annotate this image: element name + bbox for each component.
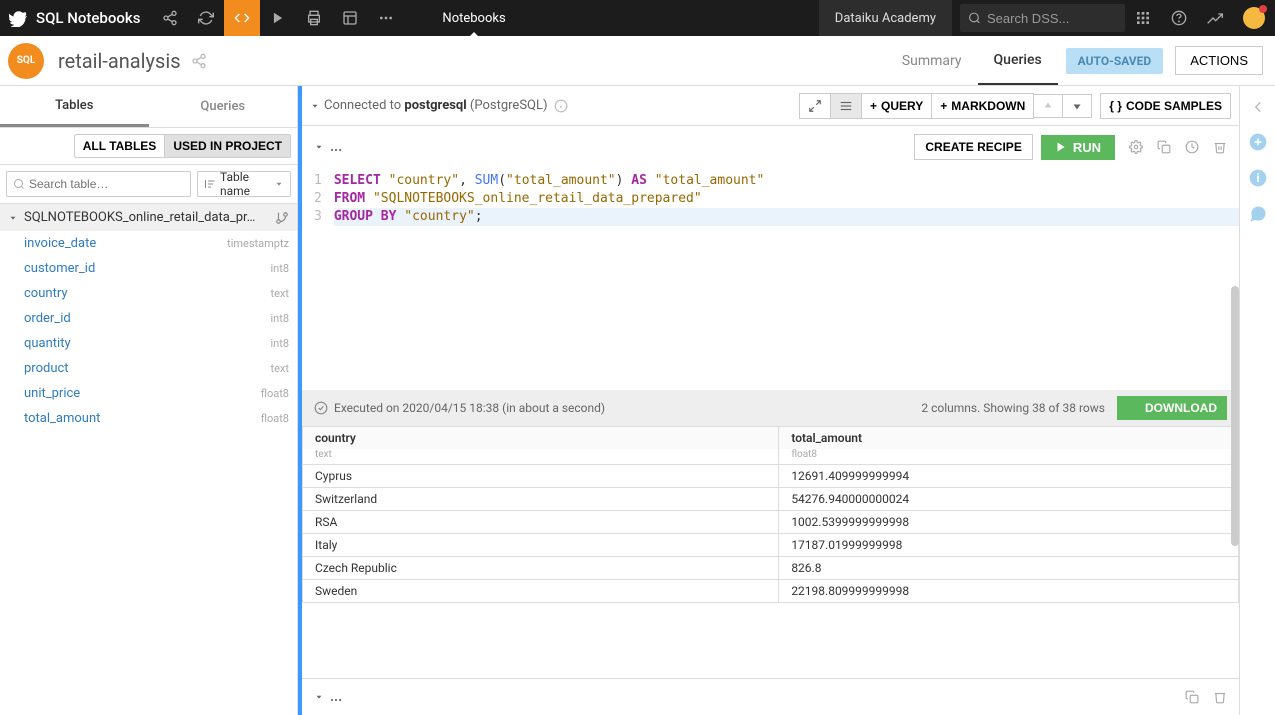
add-query-button[interactable]: + QUERY bbox=[861, 93, 932, 119]
tab-notebooks[interactable]: Notebooks bbox=[428, 0, 519, 36]
logo-icon[interactable] bbox=[0, 0, 36, 36]
table-node[interactable]: SQLNOTEBOOKS_online_retail_data_pr… bbox=[0, 204, 297, 231]
download-button[interactable]: DOWNLOAD bbox=[1117, 396, 1227, 420]
sort-label: Table name bbox=[220, 170, 274, 198]
filter-used-in-project[interactable]: USED IN PROJECT bbox=[164, 134, 291, 158]
bottom-cell: ... bbox=[302, 678, 1239, 715]
table-row[interactable]: Italy17187.01999999998 bbox=[303, 534, 1239, 557]
page-title: retail-analysis bbox=[58, 49, 181, 73]
chat-icon[interactable] bbox=[1248, 204, 1268, 224]
sidebar: Tables Queries ALL TABLES USED IN PROJEC… bbox=[0, 86, 298, 715]
add-markdown-button[interactable]: + MARKDOWN bbox=[931, 93, 1034, 119]
table-row[interactable]: Cyprus12691.409999999994 bbox=[303, 465, 1239, 488]
print-icon[interactable] bbox=[296, 0, 332, 36]
sql-badge: SQL bbox=[8, 43, 44, 79]
check-circle-icon bbox=[314, 401, 328, 415]
app-title: SQL Notebooks bbox=[36, 9, 152, 27]
copy-icon[interactable] bbox=[1185, 690, 1199, 704]
search-dss[interactable] bbox=[960, 4, 1125, 32]
sort-dropdown[interactable]: Table name bbox=[197, 171, 291, 197]
link-icon[interactable] bbox=[191, 53, 207, 69]
search-dss-input[interactable] bbox=[987, 11, 1117, 26]
table-row[interactable]: Sweden22198.809999999998 bbox=[303, 580, 1239, 603]
chevron-down-icon bbox=[274, 179, 284, 189]
table-row[interactable]: RSA1002.5399999999998 bbox=[303, 511, 1239, 534]
result-bar: Executed on 2020/04/15 18:38 (in about a… bbox=[302, 390, 1239, 426]
cell-title: ... bbox=[330, 689, 342, 705]
search-table-box[interactable] bbox=[6, 171, 191, 197]
chevron-down-icon[interactable] bbox=[314, 142, 324, 152]
column-row[interactable]: invoice_datetimestamptz bbox=[0, 231, 297, 256]
autosaved-badge: AUTO-SAVED bbox=[1066, 48, 1164, 74]
executed-text: Executed on 2020/04/15 18:38 (in about a… bbox=[334, 401, 605, 415]
add-circle-icon[interactable] bbox=[1248, 132, 1268, 152]
branch-icon[interactable] bbox=[275, 211, 289, 225]
apps-icon[interactable] bbox=[1125, 0, 1161, 36]
more-icon[interactable] bbox=[368, 0, 404, 36]
column-row[interactable]: order_idint8 bbox=[0, 306, 297, 331]
actions-button[interactable]: ACTIONS bbox=[1175, 46, 1263, 75]
chevron-down-icon[interactable] bbox=[310, 101, 320, 111]
gear-icon[interactable] bbox=[1129, 140, 1143, 154]
column-list: invoice_datetimestamptz customer_idint8 … bbox=[0, 231, 297, 431]
help-icon[interactable] bbox=[1161, 0, 1197, 36]
info-icon[interactable] bbox=[554, 99, 568, 113]
academy-button[interactable]: Dataiku Academy bbox=[819, 0, 952, 36]
code-samples-button[interactable]: { } CODE SAMPLES bbox=[1100, 93, 1231, 119]
tab-queries[interactable]: Queries bbox=[978, 36, 1058, 85]
arrow-left-icon[interactable] bbox=[1249, 98, 1267, 116]
column-row[interactable]: total_amountfloat8 bbox=[0, 406, 297, 431]
expand-button[interactable] bbox=[799, 93, 831, 119]
up-button[interactable] bbox=[1033, 94, 1063, 118]
content-area: Connected to postgresql (PostgreSQL) + Q… bbox=[298, 86, 1239, 715]
avatar[interactable] bbox=[1243, 7, 1265, 29]
list-button[interactable] bbox=[830, 93, 862, 119]
tab-summary[interactable]: Summary bbox=[886, 36, 978, 85]
trash-icon[interactable] bbox=[1213, 140, 1227, 154]
scrollbar[interactable] bbox=[1231, 286, 1239, 546]
clock-icon[interactable] bbox=[1185, 140, 1199, 154]
column-row[interactable]: customer_idint8 bbox=[0, 256, 297, 281]
sidebar-tab-queries[interactable]: Queries bbox=[149, 86, 298, 127]
refresh-icon[interactable] bbox=[188, 0, 224, 36]
topbar: SQL Notebooks Notebooks Dataiku Academy bbox=[0, 0, 1275, 36]
column-row[interactable]: countrytext bbox=[0, 281, 297, 306]
run-button[interactable]: RUN bbox=[1041, 135, 1115, 160]
column-row[interactable]: unit_pricefloat8 bbox=[0, 381, 297, 406]
result-summary: 2 columns. Showing 38 of 38 rows bbox=[921, 401, 1105, 415]
sidebar-tab-tables[interactable]: Tables bbox=[0, 86, 149, 127]
info-circle-icon[interactable]: i bbox=[1248, 168, 1268, 188]
share-icon[interactable] bbox=[152, 0, 188, 36]
connection-status: Connected to postgresql (PostgreSQL) bbox=[324, 98, 548, 113]
content-toolbar: Connected to postgresql (PostgreSQL) + Q… bbox=[302, 86, 1239, 126]
svg-text:i: i bbox=[1256, 171, 1259, 185]
table-row[interactable]: Switzerland54276.940000000024 bbox=[303, 488, 1239, 511]
header-row: SQL retail-analysis Summary Queries AUTO… bbox=[0, 36, 1275, 86]
column-row[interactable]: producttext bbox=[0, 356, 297, 381]
cell-title: ... bbox=[330, 139, 342, 155]
cell-header: ... CREATE RECIPE RUN bbox=[302, 126, 1239, 168]
layout-icon[interactable] bbox=[332, 0, 368, 36]
trend-icon[interactable] bbox=[1197, 0, 1233, 36]
trash-icon[interactable] bbox=[1213, 690, 1227, 704]
code-editor[interactable]: 1 2 3 SELECT "country", SUM("total_amoun… bbox=[302, 168, 1239, 230]
filter-all-tables[interactable]: ALL TABLES bbox=[74, 134, 165, 158]
down-button[interactable] bbox=[1062, 94, 1092, 118]
search-table-input[interactable] bbox=[29, 177, 184, 191]
right-rail: i bbox=[1239, 86, 1275, 715]
code-icon[interactable] bbox=[224, 0, 260, 36]
play-icon[interactable] bbox=[260, 0, 296, 36]
chevron-down-icon bbox=[8, 213, 18, 223]
chevron-down-icon[interactable] bbox=[314, 692, 324, 702]
copy-icon[interactable] bbox=[1157, 140, 1171, 154]
table-row[interactable]: Czech Republic826.8 bbox=[303, 557, 1239, 580]
table-name: SQLNOTEBOOKS_online_retail_data_pr… bbox=[24, 210, 275, 225]
result-table: country total_amount text float8 Cyprus1… bbox=[302, 426, 1239, 603]
create-recipe-button[interactable]: CREATE RECIPE bbox=[914, 134, 1032, 160]
col-header-total[interactable]: total_amount bbox=[779, 427, 1239, 450]
column-row[interactable]: quantityint8 bbox=[0, 331, 297, 356]
col-header-country[interactable]: country bbox=[303, 427, 779, 450]
